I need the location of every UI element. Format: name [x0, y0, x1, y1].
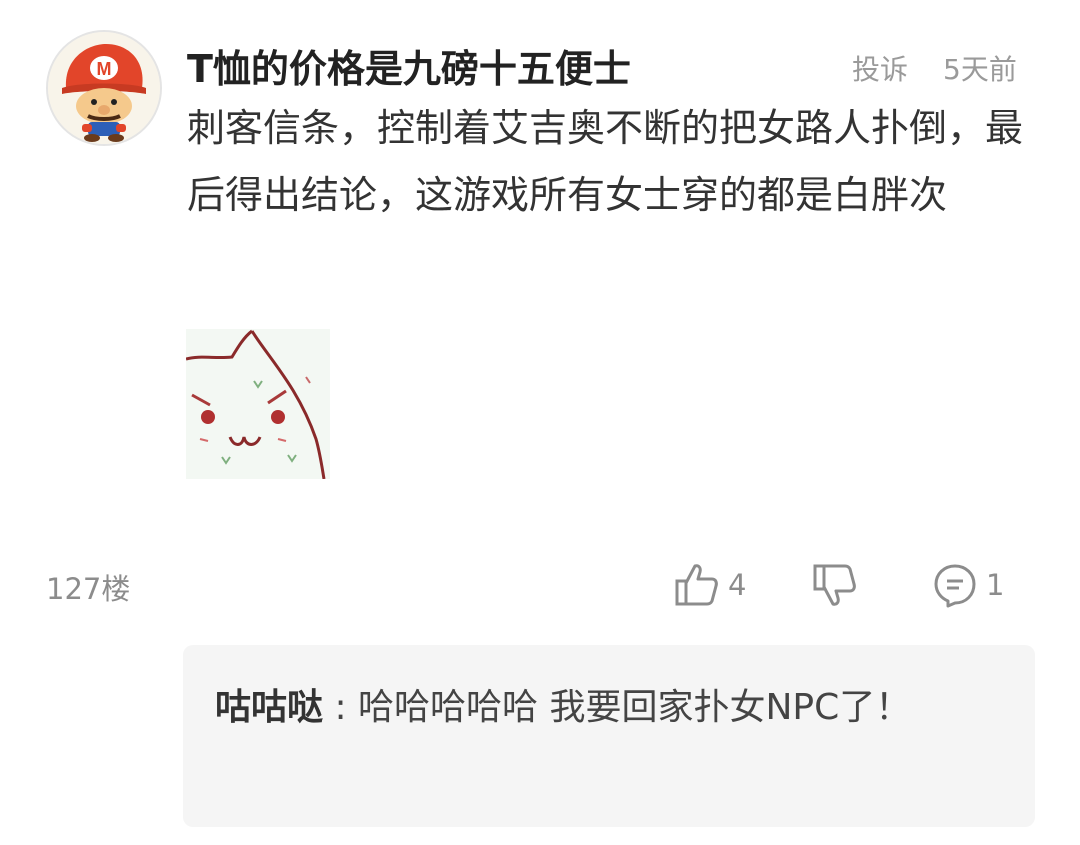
svg-text:M: M	[97, 59, 112, 79]
user-avatar[interactable]: M	[46, 30, 162, 146]
reply-separator: :	[323, 687, 359, 728]
like-count: 4	[728, 568, 747, 602]
reply-button[interactable]: 1	[932, 560, 1004, 610]
report-button[interactable]: 投诉	[852, 48, 908, 88]
comment-bubble-icon	[934, 564, 976, 608]
thumbs-down-icon	[813, 564, 856, 606]
comment-text: 刺客信条，控制着艾吉奥不断的把女路人扑倒，最后得出结论，这游戏所有女士穿的都是白…	[187, 106, 1024, 217]
mario-avatar-icon: M	[48, 32, 160, 144]
reply-preview[interactable]: 咕咕哒 : 哈哈哈哈哈 我要回家扑女NPC了！	[183, 645, 1035, 827]
reply-author[interactable]: 咕咕哒	[215, 687, 323, 728]
sticker-image[interactable]	[185, 329, 330, 480]
floor-number: 127楼	[46, 572, 131, 606]
thumbs-up-icon	[675, 564, 718, 606]
dislike-button[interactable]	[812, 560, 858, 610]
like-button[interactable]: 4	[674, 560, 746, 610]
reply-content: 咕咕哒 : 哈哈哈哈哈 我要回家扑女NPC了！	[215, 675, 975, 741]
reply-count: 1	[986, 568, 1005, 602]
reply-text: 哈哈哈哈哈 我要回家扑女NPC了！	[358, 687, 912, 728]
username[interactable]: T恤的价格是九磅十五便士	[187, 38, 631, 93]
timestamp: 5天前	[943, 53, 1017, 86]
cat-emoji-sticker-icon	[185, 329, 330, 480]
